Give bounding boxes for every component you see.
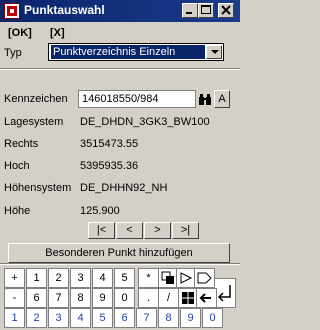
- keypad: + 1 2 3 4 5 * - 6 7 8 9 0 . / 1 2 3 4 5 …: [2, 266, 238, 329]
- typ-label: Typ: [4, 47, 22, 59]
- key[interactable]: 2: [48, 268, 69, 288]
- key[interactable]: 4: [70, 308, 91, 328]
- add-special-point-button[interactable]: Besonderen Punkt hinzufügen: [8, 243, 230, 263]
- hoehensystem-label: Höhensystem: [4, 182, 72, 194]
- key[interactable]: 6: [26, 288, 47, 308]
- key[interactable]: 1: [4, 308, 25, 328]
- rechts-label: Rechts: [4, 138, 39, 150]
- key[interactable]: 0: [114, 288, 135, 308]
- binoculars-icon[interactable]: [198, 92, 212, 106]
- key-dot[interactable]: .: [138, 288, 159, 308]
- hoehe-label: Höhe: [4, 205, 31, 217]
- ok-menu[interactable]: [OK]: [8, 27, 32, 39]
- kennzeichen-label: Kennzeichen: [4, 93, 68, 105]
- hoehensystem-value: DE_DHHN92_NH: [80, 182, 168, 194]
- rechts-value: 3515473.55: [80, 138, 139, 150]
- key[interactable]: 4: [92, 268, 113, 288]
- app-icon: [4, 3, 20, 19]
- key-minus[interactable]: -: [4, 288, 25, 308]
- key-asterisk[interactable]: *: [138, 268, 159, 288]
- hoch-value: 5395935.36: [80, 160, 139, 172]
- key[interactable]: 6: [114, 308, 135, 328]
- key[interactable]: 9: [92, 288, 113, 308]
- arrow-left-icon[interactable]: [196, 288, 217, 308]
- window-title: Punktauswahl: [24, 3, 105, 17]
- key[interactable]: 3: [48, 308, 69, 328]
- key[interactable]: 2: [26, 308, 47, 328]
- separator: [0, 68, 240, 70]
- key[interactable]: 5: [92, 308, 113, 328]
- key[interactable]: 7: [136, 308, 157, 328]
- close-button[interactable]: [218, 3, 234, 18]
- next-record-button[interactable]: >: [144, 222, 171, 239]
- key-plus[interactable]: +: [4, 268, 25, 288]
- hoch-label: Hoch: [4, 160, 30, 172]
- tag-icon[interactable]: [194, 268, 215, 288]
- cancel-menu[interactable]: [X]: [50, 27, 65, 39]
- prev-record-button[interactable]: <: [116, 222, 143, 239]
- chevron-down-icon[interactable]: [206, 45, 222, 59]
- separator: [0, 263, 240, 265]
- key[interactable]: 0: [202, 308, 223, 328]
- lagesystem-label: Lagesystem: [4, 116, 64, 128]
- lagesystem-value: DE_DHDN_3GK3_BW100: [80, 116, 210, 128]
- key[interactable]: 8: [70, 288, 91, 308]
- title-bar: Punktauswahl: [0, 0, 240, 22]
- hoehe-value: 125.900: [80, 205, 120, 217]
- enter-icon[interactable]: [214, 278, 236, 308]
- typ-selected-value: Punktverzeichnis Einzeln: [51, 45, 205, 59]
- key[interactable]: 3: [70, 268, 91, 288]
- last-record-button[interactable]: >|: [172, 222, 199, 239]
- key[interactable]: 1: [26, 268, 47, 288]
- key[interactable]: 9: [180, 308, 201, 328]
- a-button[interactable]: A: [214, 90, 230, 108]
- typ-select[interactable]: Punktverzeichnis Einzeln: [48, 43, 224, 61]
- key[interactable]: 5: [114, 268, 135, 288]
- kennzeichen-input[interactable]: 146018550/984: [78, 90, 196, 108]
- key[interactable]: 8: [158, 308, 179, 328]
- key[interactable]: 7: [48, 288, 69, 308]
- minimize-button[interactable]: [182, 3, 198, 18]
- maximize-button[interactable]: [198, 3, 214, 18]
- key-slash[interactable]: /: [158, 288, 179, 308]
- first-record-button[interactable]: |<: [88, 222, 115, 239]
